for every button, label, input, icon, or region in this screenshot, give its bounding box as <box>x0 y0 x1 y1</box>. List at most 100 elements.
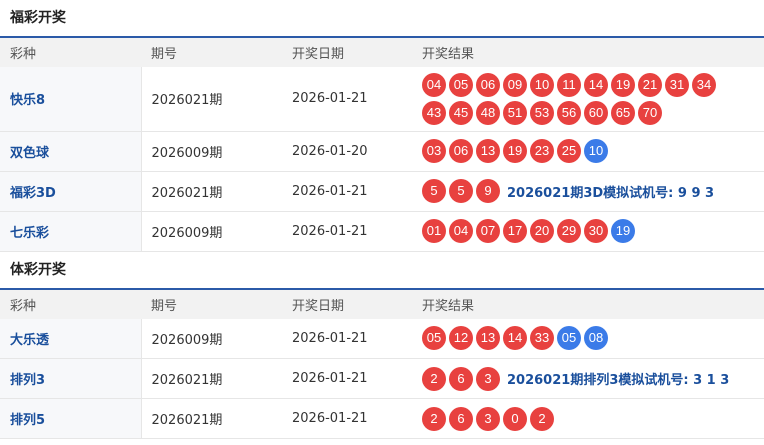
red-ball: 01 <box>422 219 446 243</box>
red-ball: 25 <box>557 139 581 163</box>
result-inline: 559 2026021期3D模拟试机号: 9 9 3 <box>422 177 763 205</box>
red-ball: 05 <box>449 72 473 97</box>
date-cell: 2026-01-21 <box>282 318 412 359</box>
date-cell: 2026-01-20 <box>282 131 412 172</box>
red-ball: 53 <box>530 100 554 125</box>
date-cell: 2026-01-21 <box>282 398 412 439</box>
header-result: 开奖结果 <box>412 36 764 67</box>
red-ball: 9 <box>476 179 500 203</box>
blue-ball: 19 <box>611 219 635 243</box>
red-ball: 14 <box>503 326 527 351</box>
blue-ball: 05 <box>557 326 581 351</box>
result-cell: 26302 <box>412 398 764 439</box>
red-ball: 05 <box>422 326 446 351</box>
lottery-name-link[interactable]: 排列5 <box>0 398 142 439</box>
red-ball: 5 <box>449 179 473 203</box>
date-cell: 2026-01-21 <box>282 171 412 212</box>
ball-group: 263 <box>422 365 503 393</box>
issue-cell: 2026021期 <box>141 171 282 212</box>
ball-group: 01 04 07 17 20 29 30 19 <box>422 217 722 245</box>
red-ball: 23 <box>530 139 554 163</box>
red-ball: 19 <box>611 72 635 97</box>
result-cell: 263 2026021期排列3模拟试机号: 3 1 3 <box>412 358 764 399</box>
header-result: 开奖结果 <box>412 287 764 319</box>
lottery-name-link[interactable]: 快乐8 <box>0 67 142 132</box>
section-title-ticai: 体彩开奖 <box>10 261 66 278</box>
red-ball: 33 <box>530 326 554 351</box>
red-ball: 09 <box>503 72 527 97</box>
red-ball: 3 <box>476 366 500 391</box>
result-cell: 04 05 06 09 10 11 14 19 21 31 34 43 45 48 51 53 56 60 65 70 <box>412 67 764 132</box>
blue-ball: 08 <box>584 326 608 351</box>
table-row-qilecai: 七乐彩 2026009期 2026-01-21 01 04 07 17 20 29 30 19 <box>0 211 764 252</box>
table-header: 彩种 期号 开奖日期 开奖结果 <box>0 36 764 67</box>
section-title-fucai: 福彩开奖 <box>10 10 66 26</box>
red-ball: 0 <box>503 406 527 431</box>
lottery-name-link[interactable]: 双色球 <box>0 131 142 172</box>
lottery-name-link[interactable]: 福彩3D <box>0 171 142 212</box>
header-type: 彩种 <box>0 36 141 67</box>
red-ball: 20 <box>530 219 554 243</box>
table-row-pailie3: 排列3 2026021期 2026-01-21 263 2026021期排列3模… <box>0 358 764 399</box>
red-ball: 2 <box>530 406 554 431</box>
result-inline: 263 2026021期排列3模拟试机号: 3 1 3 <box>422 365 763 393</box>
red-ball: 43 <box>422 100 446 125</box>
red-ball: 2 <box>422 406 446 431</box>
red-ball: 04 <box>422 72 446 97</box>
red-ball: 2 <box>422 366 446 391</box>
table-header: 彩种 期号 开奖日期 开奖结果 <box>0 287 764 319</box>
lottery-name-link[interactable]: 大乐透 <box>0 318 142 359</box>
red-ball: 07 <box>476 219 500 243</box>
red-ball: 06 <box>476 72 500 97</box>
lottery-name-link[interactable]: 七乐彩 <box>0 211 142 252</box>
red-ball: 48 <box>476 100 500 125</box>
date-cell: 2026-01-21 <box>282 358 412 399</box>
result-cell: 01 04 07 17 20 29 30 19 <box>412 211 764 252</box>
trial-number-link[interactable]: 2026021期排列3模拟试机号: 3 1 3 <box>507 369 729 388</box>
issue-cell: 2026021期 <box>141 358 282 399</box>
red-ball: 13 <box>476 139 500 163</box>
red-ball: 17 <box>503 219 527 243</box>
ball-group: 03 06 13 19 23 25 10 <box>422 137 722 165</box>
red-ball: 30 <box>584 219 608 243</box>
date-cell: 2026-01-21 <box>282 211 412 252</box>
header-date: 开奖日期 <box>282 287 412 319</box>
red-ball: 6 <box>449 366 473 391</box>
red-ball: 60 <box>584 100 608 125</box>
red-ball: 31 <box>665 72 689 97</box>
ball-group: 05 12 13 14 33 05 08 <box>422 324 722 352</box>
result-cell: 03 06 13 19 23 25 10 <box>412 131 764 172</box>
header-issue: 期号 <box>141 36 282 67</box>
red-ball: 51 <box>503 100 527 125</box>
red-ball: 14 <box>584 72 608 97</box>
blue-ball: 10 <box>584 139 608 163</box>
ball-group: 26302 <box>422 405 722 433</box>
red-ball: 45 <box>449 100 473 125</box>
issue-cell: 2026009期 <box>141 318 282 359</box>
red-ball: 04 <box>449 219 473 243</box>
header-type: 彩种 <box>0 287 141 319</box>
red-ball: 10 <box>530 72 554 97</box>
table-row-shuangseqiu: 双色球 2026009期 2026-01-20 03 06 13 19 23 25 10 <box>0 131 764 172</box>
red-ball: 65 <box>611 100 635 125</box>
red-ball: 13 <box>476 326 500 351</box>
issue-cell: 2026021期 <box>141 398 282 439</box>
lottery-name-link[interactable]: 排列3 <box>0 358 142 399</box>
trial-number-link[interactable]: 2026021期3D模拟试机号: 9 9 3 <box>507 182 714 201</box>
fucai-table: 彩种 期号 开奖日期 开奖结果 快乐8 2026021期 2026-01-21 … <box>0 36 764 252</box>
ball-group: 04 05 06 09 10 11 14 19 21 31 34 43 45 48 51 53 56 60 65 70 <box>422 71 722 127</box>
red-ball: 6 <box>449 406 473 431</box>
header-issue: 期号 <box>141 287 282 319</box>
red-ball: 03 <box>422 139 446 163</box>
red-ball: 19 <box>503 139 527 163</box>
red-ball: 21 <box>638 72 662 97</box>
red-ball: 56 <box>557 100 581 125</box>
red-ball: 5 <box>422 179 446 203</box>
ball-group: 559 <box>422 177 503 205</box>
table-row-daletou: 大乐透 2026009期 2026-01-21 05 12 13 14 33 05 08 <box>0 318 764 359</box>
red-ball: 12 <box>449 326 473 351</box>
fucai-section: 福彩开奖 彩种 期号 开奖日期 开奖结果 快乐8 2026021期 2026-0… <box>0 0 764 252</box>
red-ball: 29 <box>557 219 581 243</box>
table-row-pailie5: 排列5 2026021期 2026-01-21 26302 <box>0 398 764 439</box>
red-ball: 70 <box>638 100 662 125</box>
